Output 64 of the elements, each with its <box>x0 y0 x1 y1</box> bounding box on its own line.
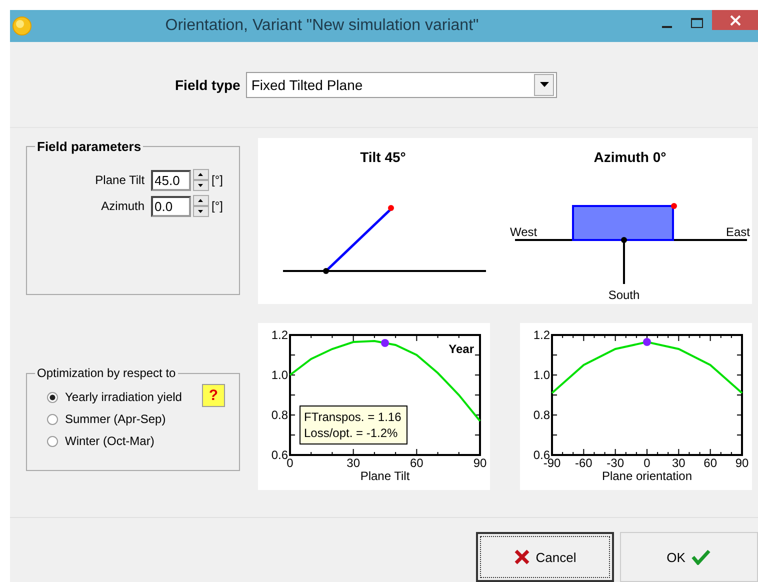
spinner-control[interactable] <box>192 169 209 191</box>
down-arrow-icon <box>198 184 204 187</box>
tick-label: 1.0 <box>271 368 288 382</box>
minimize-icon <box>662 26 672 28</box>
tick-label: 90 <box>735 456 749 470</box>
tick-label: -30 <box>606 456 624 470</box>
cancel-button[interactable]: Cancel <box>476 532 614 582</box>
unit-label: [°] <box>212 199 223 213</box>
diagram-title: Azimuth 0° <box>594 149 666 165</box>
number-field[interactable]: 0.0 <box>150 196 191 216</box>
radio-button[interactable] <box>47 414 58 424</box>
cross-icon <box>514 549 530 565</box>
radio-button[interactable] <box>47 392 58 402</box>
maximize-icon <box>691 18 703 28</box>
window-title: Orientation, Variant "New simulation variant" <box>164 17 480 35</box>
up-arrow-icon <box>198 173 204 176</box>
field-label: Azimuth <box>101 199 145 213</box>
close-button[interactable] <box>712 10 758 30</box>
info-text: FTranspos. = 1.16 <box>304 410 402 424</box>
up-arrow-icon <box>198 199 204 202</box>
radio-label: Yearly irradiation yield <box>65 390 182 404</box>
close-icon <box>730 14 740 26</box>
chart-label: Year <box>448 342 474 356</box>
dropdown-arrow-icon <box>540 82 549 87</box>
tick-label: 90 <box>473 456 487 470</box>
ok-button[interactable]: OK <box>620 532 758 582</box>
direction-label: South <box>608 288 640 302</box>
group-title: Optimization by respect to <box>35 366 178 380</box>
number-field[interactable]: 45.0 <box>150 170 191 190</box>
field-label: Plane Tilt <box>95 173 145 187</box>
direction-label: East <box>726 225 750 239</box>
axis-label: Plane Tilt <box>360 469 410 483</box>
radio-button[interactable] <box>47 436 58 446</box>
sun-icon <box>12 16 32 36</box>
tick-label: 1.2 <box>271 328 288 342</box>
tick-label: -60 <box>575 456 592 470</box>
tick-label: 1.2 <box>533 328 550 342</box>
info-text: Loss/opt. = -1.2% <box>304 426 398 440</box>
tick-label: 0 <box>644 456 650 470</box>
field-type-dropdown[interactable]: Fixed Tilted Plane <box>246 72 558 98</box>
radio-label: Winter (Oct-Mar) <box>65 434 154 448</box>
help-button[interactable]: ? <box>202 384 225 407</box>
tick-label: 0 <box>286 456 294 470</box>
check-icon <box>691 549 712 565</box>
tick-label: 60 <box>410 456 424 470</box>
point-marker <box>381 339 389 347</box>
tick-label: 30 <box>346 456 360 470</box>
radio-label: Summer (Apr-Sep) <box>65 412 166 426</box>
down-arrow-icon <box>198 210 204 213</box>
tick-label: 30 <box>672 456 686 470</box>
axis-label: Plane orientation <box>602 469 692 483</box>
unit-label: [°] <box>212 173 223 187</box>
tick-label: 1.0 <box>533 368 550 382</box>
group-title: Field parameters <box>35 139 144 154</box>
tick-label: 0.6 <box>271 448 288 462</box>
spinner-control[interactable] <box>192 195 209 217</box>
direction-label: West <box>510 225 538 239</box>
field-type-label: Field type <box>175 76 240 92</box>
tick-label: 60 <box>704 456 718 470</box>
tilted-plane-drawing <box>323 205 394 274</box>
tick-label: 0.8 <box>533 408 550 422</box>
point-marker <box>643 338 651 346</box>
tick-label: 0.8 <box>271 408 288 422</box>
diagram-title: Tilt 45° <box>360 149 406 165</box>
